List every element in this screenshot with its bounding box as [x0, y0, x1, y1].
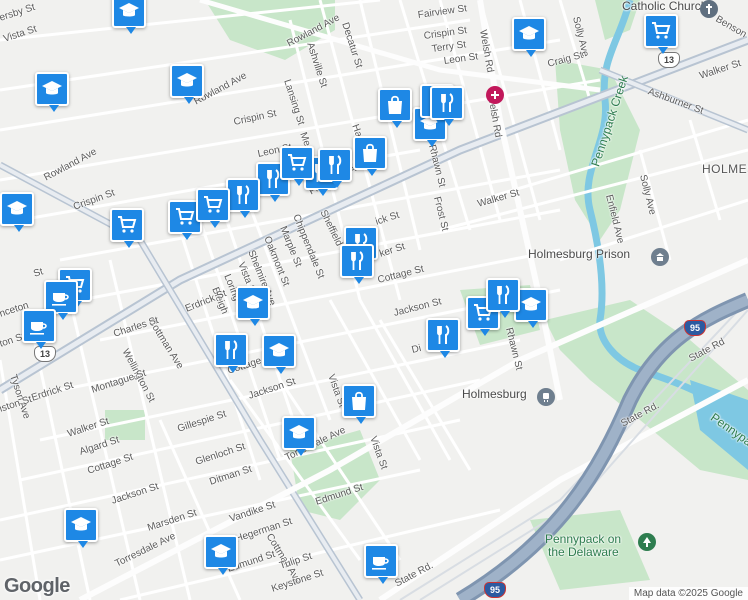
- pennypack-delaware-label-1: Pennypack on: [545, 532, 622, 546]
- medical-icon: [491, 91, 499, 99]
- hospital-marker[interactable]: [486, 86, 504, 104]
- restaurant-icon: [329, 155, 342, 174]
- shopping-bag-icon: [363, 143, 377, 162]
- holmesburg-area-label: HOLMESBU: [702, 162, 748, 176]
- bag-pin[interactable]: [353, 136, 387, 176]
- school-icon: [119, 3, 139, 17]
- map-base-layer: [0, 0, 748, 600]
- school-icon: [243, 295, 263, 309]
- school-icon: [42, 81, 62, 95]
- church-marker[interactable]: [700, 0, 718, 18]
- fork-pin[interactable]: [486, 278, 520, 318]
- school-icon: [71, 517, 91, 531]
- school-icon: [269, 343, 289, 357]
- school-pin[interactable]: [262, 334, 296, 374]
- school-icon: [289, 425, 309, 439]
- shopping-bag-icon: [352, 391, 366, 410]
- shopping-bag-icon: [388, 95, 402, 114]
- train-station-marker[interactable]: [537, 388, 555, 406]
- school-pin[interactable]: [236, 286, 270, 326]
- google-logo[interactable]: Google: [4, 575, 70, 598]
- school-pin[interactable]: [0, 192, 34, 232]
- map-canvas[interactable]: Catholic Church HOLMESBU Holmesburg Pris…: [0, 0, 748, 600]
- restaurant-icon: [351, 251, 364, 270]
- fork-pin[interactable]: [214, 333, 248, 373]
- catholic-church-label: Catholic Church: [622, 0, 708, 13]
- cart-pin[interactable]: [110, 208, 144, 248]
- prison-marker[interactable]: [651, 248, 669, 266]
- school-icon: [519, 26, 539, 40]
- school-pin[interactable]: [112, 0, 146, 34]
- bag-pin[interactable]: [342, 384, 376, 424]
- landmark-icon: [656, 253, 664, 261]
- cup-pin[interactable]: [22, 309, 56, 349]
- cart-icon: [288, 154, 307, 171]
- tree-icon: [643, 537, 651, 547]
- school-icon: [521, 297, 541, 311]
- cup-pin[interactable]: [364, 544, 398, 584]
- school-pin[interactable]: [282, 416, 316, 456]
- cart-pin[interactable]: [644, 14, 678, 54]
- cafe-icon: [372, 557, 389, 570]
- cafe-icon: [52, 293, 69, 306]
- school-pin[interactable]: [512, 17, 546, 57]
- park-marker[interactable]: [638, 533, 656, 551]
- fork-pin[interactable]: [430, 86, 464, 126]
- school-icon: [7, 201, 27, 215]
- cart-pin[interactable]: [196, 188, 230, 228]
- restaurant-icon: [441, 93, 454, 112]
- interstate-95-shield: 95: [484, 582, 506, 598]
- map-data-credit[interactable]: Map data ©2025 Google: [628, 587, 748, 600]
- holmesburg-station-label: Holmesburg: [462, 387, 527, 401]
- cart-icon: [118, 216, 137, 233]
- pennypack-delaware-label-2: the Delaware: [548, 545, 619, 559]
- restaurant-icon: [437, 325, 450, 344]
- cart-icon: [652, 22, 671, 39]
- cafe-icon: [30, 322, 47, 335]
- fork-pin[interactable]: [426, 318, 460, 358]
- restaurant-icon: [225, 340, 238, 359]
- bag-pin[interactable]: [378, 88, 412, 128]
- cart-icon: [176, 208, 195, 225]
- school-pin[interactable]: [170, 64, 204, 104]
- school-pin[interactable]: [204, 535, 238, 575]
- restaurant-icon: [497, 285, 510, 304]
- school-icon: [211, 544, 231, 558]
- school-pin[interactable]: [64, 508, 98, 548]
- school-pin[interactable]: [35, 72, 69, 112]
- fork-pin[interactable]: [318, 148, 352, 188]
- train-icon: [543, 393, 549, 402]
- fork-pin[interactable]: [340, 244, 374, 284]
- restaurant-icon: [237, 185, 250, 204]
- cart-icon: [204, 196, 223, 213]
- school-icon: [177, 73, 197, 87]
- us-route-13-shield: 13: [658, 52, 680, 68]
- church-icon: [706, 4, 712, 14]
- cart-pin[interactable]: [280, 146, 314, 186]
- interstate-95-shield: 95: [684, 320, 706, 336]
- fork-pin[interactable]: [226, 178, 260, 218]
- holmesburg-prison-label: Holmesburg Prison: [528, 247, 631, 261]
